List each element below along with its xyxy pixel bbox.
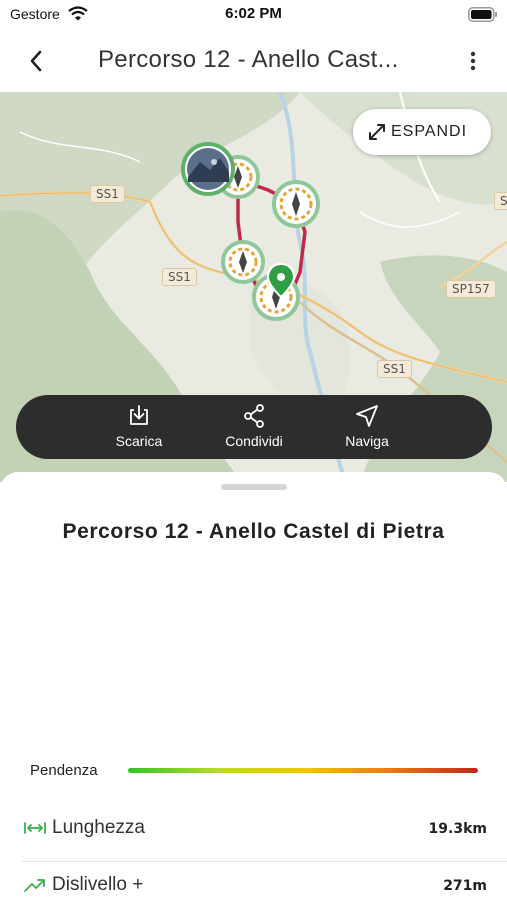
slope-label: Pendenza bbox=[30, 762, 98, 779]
poi-marker[interactable] bbox=[221, 240, 265, 284]
share-button[interactable]: Condividi bbox=[204, 403, 304, 453]
road-label-ss1: SS1 bbox=[377, 360, 412, 378]
road-label-ss1: SS1 bbox=[162, 268, 197, 286]
sheet-drag-handle[interactable] bbox=[221, 484, 287, 490]
navigation-arrow-icon bbox=[356, 405, 378, 427]
photo-marker[interactable] bbox=[181, 142, 235, 196]
battery-icon bbox=[468, 7, 498, 27]
status-bar: Gestore 6:02 PM bbox=[0, 0, 507, 30]
elevation-gain-icon bbox=[24, 879, 45, 892]
chevron-left-icon bbox=[30, 50, 42, 72]
poi-marker[interactable] bbox=[272, 180, 320, 228]
road-label-edge: S bbox=[494, 192, 507, 210]
length-label: Lunghezza bbox=[52, 817, 145, 838]
download-button[interactable]: Scarica bbox=[89, 403, 189, 453]
elevation-gain-row: Dislivello + 271m bbox=[22, 862, 507, 918]
expand-label: ESPANDI bbox=[391, 123, 468, 140]
expand-map-button[interactable]: ESPANDI bbox=[353, 109, 491, 155]
route-details-sheet: Percorso 12 - Anello Castel di Pietra Pe… bbox=[0, 472, 507, 900]
navigation-bar: Percorso 12 - Anello Cast... bbox=[0, 30, 507, 92]
road-label-sp157: SP157 bbox=[446, 280, 496, 298]
navigate-label: Naviga bbox=[345, 433, 389, 449]
status-time: 6:02 PM bbox=[225, 5, 282, 22]
expand-icon bbox=[369, 124, 385, 140]
slope-legend: Pendenza bbox=[30, 761, 480, 781]
slope-gradient-bar bbox=[128, 768, 478, 773]
download-label: Scarica bbox=[115, 433, 163, 449]
navigate-button[interactable]: Naviga bbox=[317, 403, 417, 453]
page-title: Percorso 12 - Anello Cast... bbox=[98, 46, 399, 73]
length-icon bbox=[24, 822, 46, 834]
back-button[interactable] bbox=[22, 46, 58, 76]
length-value: 19.3km bbox=[428, 821, 487, 837]
elevation-gain-label: Dislivello + bbox=[52, 874, 144, 895]
share-icon bbox=[244, 404, 264, 428]
elevation-gain-value: 271m bbox=[443, 878, 487, 894]
more-vertical-icon bbox=[470, 51, 476, 71]
road-label-ss1: SS1 bbox=[90, 185, 125, 203]
length-row: Lunghezza 19.3km bbox=[22, 805, 507, 862]
download-icon bbox=[130, 405, 148, 425]
route-title: Percorso 12 - Anello Castel di Pietra bbox=[62, 520, 445, 543]
map-action-bar: Scarica Condividi Naviga bbox=[16, 395, 492, 459]
more-options-button[interactable] bbox=[462, 48, 484, 74]
share-label: Condividi bbox=[225, 433, 283, 449]
